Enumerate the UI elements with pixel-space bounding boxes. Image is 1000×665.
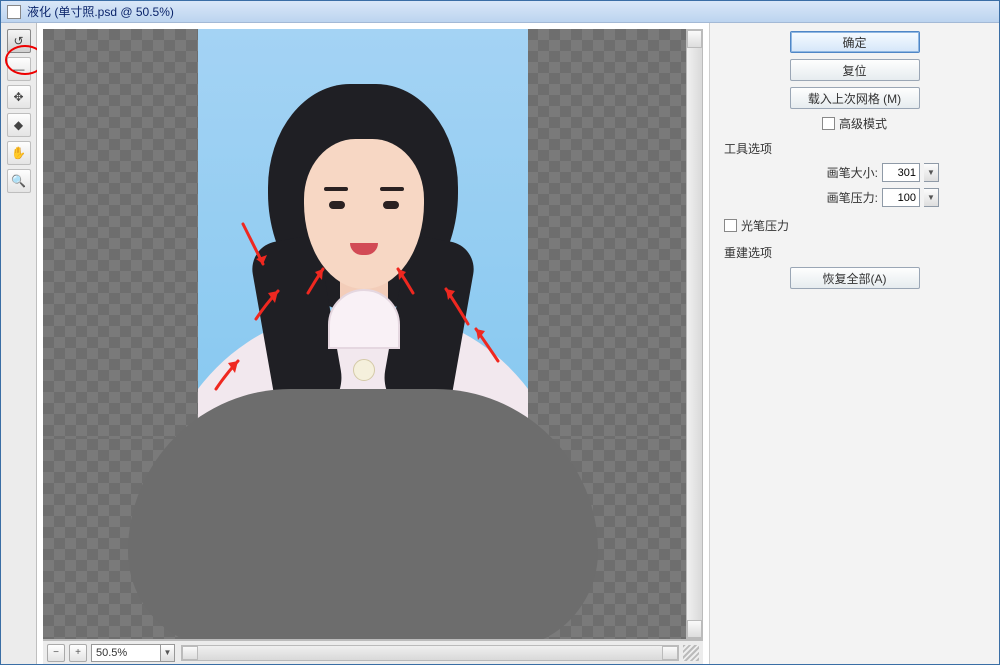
transparency-checker-lower (43, 439, 686, 639)
advanced-mode-checkbox[interactable] (822, 117, 835, 130)
advanced-mode-label: 高级模式 (839, 115, 887, 132)
horizontal-scrollbar[interactable] (181, 645, 679, 661)
reconstruct-tool[interactable]: — (7, 57, 31, 81)
annotation-arrow (238, 219, 278, 282)
warp-icon: ↺ (13, 34, 23, 48)
pucker-tool[interactable]: ✥ (7, 85, 31, 109)
canvas-area: − + 50.5% ▼ (37, 23, 709, 664)
pen-pressure-row[interactable]: 光笔压力 (724, 217, 985, 234)
viewport[interactable] (43, 29, 703, 640)
zoom-level-field[interactable]: 50.5% (91, 644, 161, 662)
advanced-mode-row[interactable]: 高级模式 (724, 115, 985, 132)
zoom-in-button[interactable]: + (69, 644, 87, 662)
vertical-scrollbar[interactable] (686, 29, 703, 639)
bloat-tool[interactable]: ◆ (7, 113, 31, 137)
liquify-dialog: 液化 (单寸照.psd @ 50.5%) ↺ — ✥ ◆ ✋ 🔍 (0, 0, 1000, 665)
brush-size-dropdown[interactable]: ▼ (924, 163, 939, 182)
brush-size-row: 画笔大小: ▼ (724, 163, 985, 182)
toolbox: ↺ — ✥ ◆ ✋ 🔍 (1, 23, 37, 664)
brush-size-label: 画笔大小: (827, 164, 878, 181)
brush-pressure-dropdown[interactable]: ▼ (924, 188, 939, 207)
resize-grip[interactable] (683, 645, 699, 661)
annotation-arrow (208, 349, 248, 402)
annotation-arrow (388, 261, 418, 304)
hand-tool[interactable]: ✋ (7, 141, 31, 165)
ok-button[interactable]: 确定 (790, 31, 920, 53)
zoom-tool[interactable]: 🔍 (7, 169, 31, 193)
app-icon (7, 5, 21, 19)
annotation-arrow (248, 279, 288, 332)
tool-options-section-label: 工具选项 (724, 140, 985, 157)
zoom-icon: 🔍 (11, 174, 26, 188)
titlebar[interactable]: 液化 (单寸照.psd @ 50.5%) (1, 1, 999, 23)
options-panel: 确定 复位 载入上次网格 (M) 高级模式 工具选项 画笔大小: ▼ 画笔压力:… (709, 23, 999, 664)
pen-pressure-label: 光笔压力 (741, 217, 789, 234)
zoom-value: 50.5% (96, 647, 127, 659)
pucker-icon: ✥ (13, 90, 23, 104)
window-title: 液化 (单寸照.psd @ 50.5%) (27, 3, 174, 20)
brush-pressure-input[interactable] (882, 188, 920, 207)
client-area: ↺ — ✥ ◆ ✋ 🔍 (1, 23, 999, 664)
forward-warp-tool[interactable]: ↺ (7, 29, 31, 53)
zoom-out-button[interactable]: − (47, 644, 65, 662)
bottom-bar: − + 50.5% ▼ (43, 640, 703, 664)
reconstruct-options-section-label: 重建选项 (724, 244, 985, 261)
document-image (198, 29, 528, 439)
reconstruct-icon: — (13, 62, 25, 76)
zoom-dropdown-button[interactable]: ▼ (161, 644, 175, 662)
restore-all-button[interactable]: 恢复全部(A) (790, 267, 920, 289)
brush-pressure-row: 画笔压力: ▼ (724, 188, 985, 207)
pen-pressure-checkbox[interactable] (724, 219, 737, 232)
reset-button[interactable]: 复位 (790, 59, 920, 81)
bloat-icon: ◆ (14, 118, 23, 132)
annotation-arrow (303, 261, 333, 304)
hand-icon: ✋ (11, 146, 26, 160)
brush-size-input[interactable] (882, 163, 920, 182)
load-mesh-button[interactable]: 载入上次网格 (M) (790, 87, 920, 109)
brush-pressure-label: 画笔压力: (827, 189, 878, 206)
annotation-arrow (468, 319, 508, 372)
